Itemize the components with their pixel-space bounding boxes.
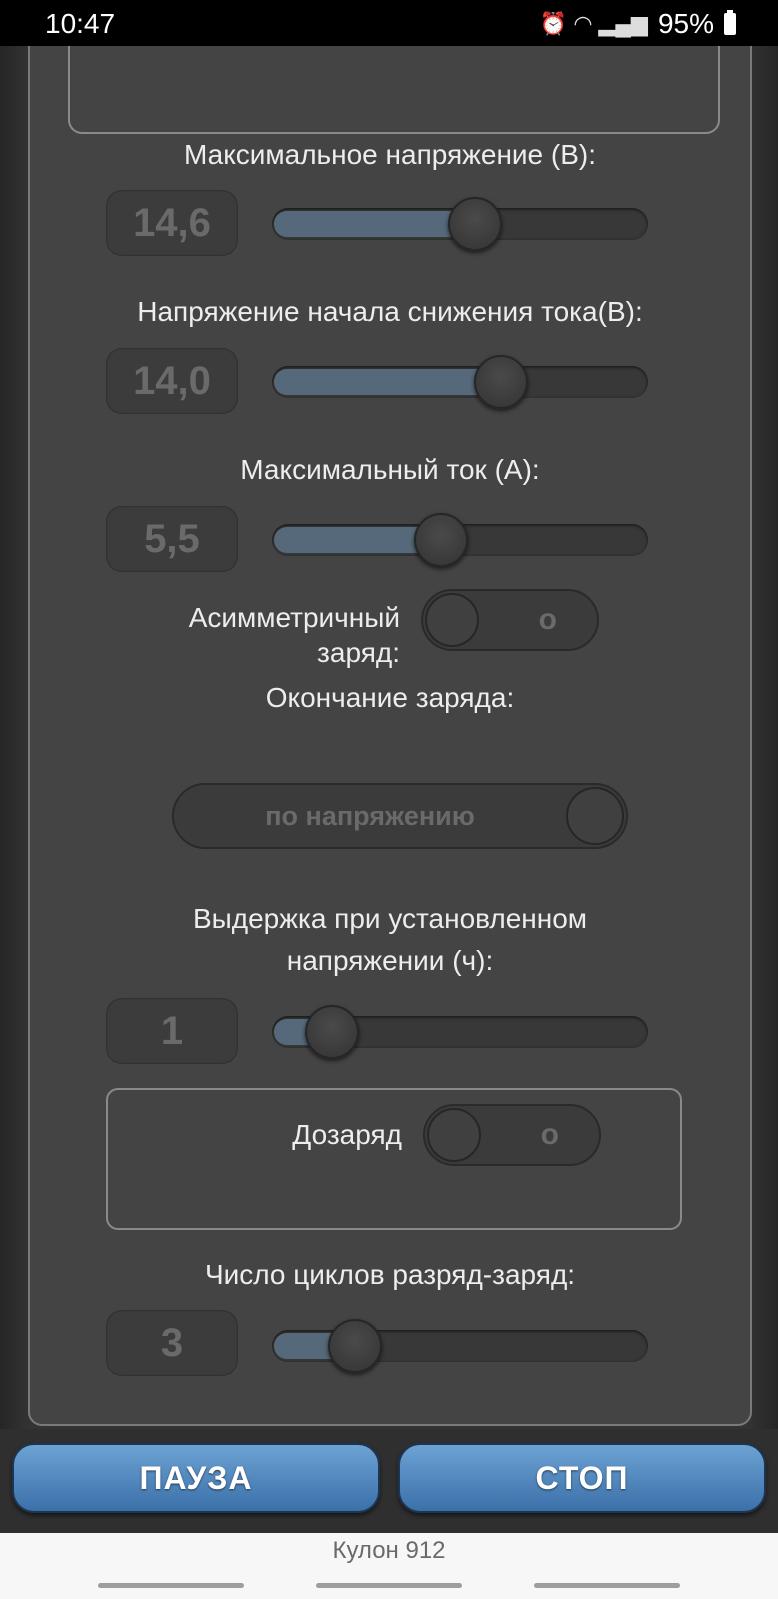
slider-thumb[interactable]	[474, 355, 528, 409]
select-knob	[566, 787, 624, 845]
recharge-toggle[interactable]: o	[423, 1104, 601, 1166]
cycles-slider[interactable]	[272, 1319, 648, 1373]
slider-thumb[interactable]	[328, 1319, 382, 1373]
nav-back-handle[interactable]	[98, 1583, 244, 1588]
toggle-knob	[425, 593, 479, 647]
toggle-state: o	[540, 1118, 559, 1151]
status-icons: ⏰ ◠ ▂▄▆ 95%	[540, 8, 736, 40]
recharge-group	[106, 1088, 682, 1230]
stop-button[interactable]: СТОП	[398, 1443, 766, 1513]
toggle-knob	[427, 1108, 481, 1162]
slider-thumb[interactable]	[414, 513, 468, 567]
decline-voltage-slider[interactable]	[272, 355, 648, 409]
max-voltage-label: Максимальное напряжение (В):	[183, 139, 597, 170]
slider-thumb[interactable]	[305, 1005, 359, 1059]
max-voltage-slider[interactable]	[272, 197, 648, 251]
hold-slider[interactable]	[272, 1005, 648, 1059]
pause-button[interactable]: ПАУЗА	[12, 1443, 380, 1513]
alarm-icon: ⏰	[539, 11, 568, 36]
asymmetric-toggle[interactable]: o	[421, 589, 599, 651]
settings-scroll-area[interactable]: Максимальное напряжение (В): 14,6 Напряж…	[0, 46, 778, 1429]
decline-voltage-label: Напряжение начала снижения тока(В):	[137, 296, 643, 327]
status-time: 10:47	[45, 8, 116, 39]
nav-home-handle[interactable]	[316, 1583, 462, 1588]
slider-thumb[interactable]	[448, 197, 502, 251]
app-title: Кулон 912	[332, 1537, 446, 1564]
asymmetric-label-line1: Асимметричный	[188, 602, 400, 633]
battery-icon	[724, 10, 736, 35]
cycles-label: Число циклов разряд-заряд:	[204, 1259, 576, 1290]
cycles-value[interactable]: 3	[106, 1310, 238, 1376]
max-current-label: Максимальный ток (А):	[240, 454, 540, 485]
hold-value[interactable]: 1	[106, 998, 238, 1064]
bottom-action-bar: ПАУЗА СТОП	[0, 1429, 778, 1533]
charge-end-select[interactable]: по напряжению	[172, 783, 628, 849]
max-voltage-value[interactable]: 14,6	[106, 190, 238, 256]
hold-label-line2: напряжении (ч):	[286, 945, 494, 976]
max-current-slider[interactable]	[272, 513, 648, 567]
navigation-bar: Кулон 912	[0, 1533, 778, 1599]
asymmetric-label-line2: заряд:	[317, 637, 400, 668]
wifi-icon: ◠	[573, 11, 593, 36]
recharge-label: Дозаряд	[292, 1119, 402, 1150]
asymmetric-label: Асимметричный заряд:	[120, 600, 400, 670]
charge-end-selected: по напряжению	[265, 801, 475, 831]
status-bar: 10:47 ⏰ ◠ ▂▄▆ 95%	[0, 0, 778, 46]
slider-fill	[274, 211, 475, 237]
max-current-value[interactable]: 5,5	[106, 506, 238, 572]
battery-percent: 95%	[657, 8, 714, 39]
slider-fill	[274, 369, 501, 395]
toggle-state: o	[538, 603, 557, 636]
previous-group-box	[68, 46, 720, 134]
hold-label-line1: Выдержка при установленном	[192, 903, 588, 934]
charge-end-label: Окончание заряда:	[265, 682, 515, 713]
nav-recents-handle[interactable]	[534, 1583, 680, 1588]
decline-voltage-value[interactable]: 14,0	[106, 348, 238, 414]
signal-icon: ▂▄▆	[598, 11, 648, 36]
